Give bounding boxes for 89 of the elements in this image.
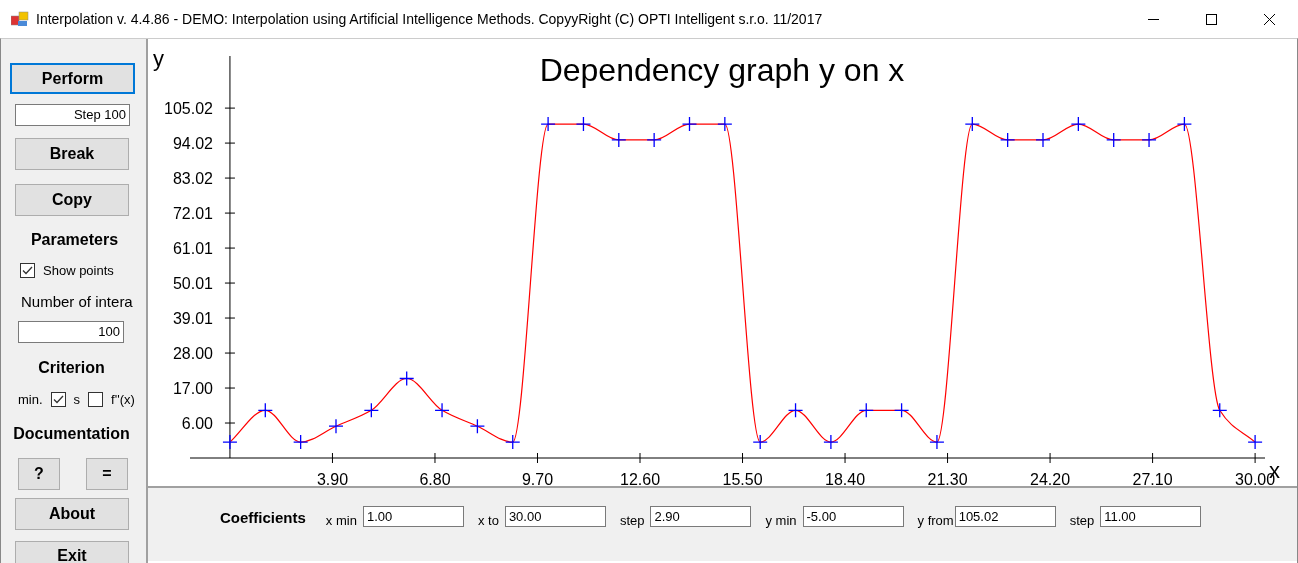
step-field[interactable]: Step 100	[15, 104, 130, 126]
tick-label: 72.01	[172, 205, 213, 223]
tick-label: 105.02	[164, 100, 213, 118]
point-marker	[752, 434, 768, 450]
point-marker	[328, 418, 344, 434]
field-label: step	[619, 512, 645, 530]
copy-button[interactable]: Copy	[15, 184, 129, 216]
tick-label: 94.02	[172, 135, 213, 153]
checkbox-label: s	[73, 391, 81, 409]
field-label: Number of intera	[21, 291, 134, 312]
coefficient-field[interactable]: 1.00	[362, 506, 464, 527]
field-label: x to	[477, 512, 499, 530]
point-marker	[1141, 132, 1157, 148]
point-marker	[717, 116, 733, 132]
point-marker	[1035, 132, 1051, 148]
checkbox[interactable]	[20, 263, 35, 279]
point-marker	[823, 434, 839, 450]
tick-label: 6.80	[419, 471, 451, 486]
doc-button[interactable]: =	[86, 457, 128, 490]
chart-title: Dependency graph y on x	[539, 52, 905, 88]
maximize-icon	[1205, 13, 1217, 25]
tick-label: 61.01	[172, 240, 213, 258]
break-button[interactable]: Break	[15, 138, 129, 170]
minimize-icon	[1147, 18, 1159, 20]
app-icon	[11, 11, 29, 27]
point-marker	[964, 116, 980, 132]
tick-label: 12.60	[620, 471, 661, 486]
perform-button[interactable]: Perform	[10, 63, 135, 94]
point-marker	[858, 402, 874, 418]
point-marker	[399, 370, 415, 387]
point-marker	[469, 418, 486, 434]
tick-label: 17.00	[172, 380, 213, 398]
point-marker	[681, 116, 698, 132]
point-marker	[646, 132, 662, 148]
tick-label: 9.70	[521, 471, 554, 486]
window-title: Interpolation v. 4.4.86 - DEMO: Interpolation using Artificial Intelligence Methods. CopyyRight (C) OPTI Intelligent s.r.o. 11/2017	[36, 9, 823, 29]
coefficient-field[interactable]: 105.02	[954, 506, 1056, 527]
checkbox-label: f''(x)	[111, 391, 135, 409]
checkbox[interactable]	[50, 392, 66, 408]
section-heading: Coefficients	[220, 508, 306, 528]
point-marker	[1176, 116, 1193, 132]
axis-label: y	[153, 46, 164, 71]
iterations-field[interactable]: 100	[18, 321, 124, 343]
tick-label: 3.90	[316, 471, 349, 486]
coefficient-field[interactable]: -5.00	[802, 506, 904, 527]
point-marker	[434, 402, 450, 418]
point-marker	[1070, 116, 1086, 132]
section-heading: Documentation	[12, 423, 131, 444]
point-marker	[611, 132, 627, 148]
coefficient-field[interactable]: 2.90	[650, 506, 752, 527]
field-label: step	[1069, 512, 1095, 530]
tick-label: 6.00	[181, 415, 213, 432]
point-marker	[575, 116, 592, 132]
point-marker	[222, 434, 238, 450]
coefficient-field[interactable]: 30.00	[504, 506, 606, 527]
point-marker	[257, 402, 273, 418]
point-marker	[893, 402, 910, 418]
point-marker	[787, 402, 804, 418]
point-marker	[293, 434, 309, 450]
point-marker	[1106, 132, 1122, 148]
tick-label: 28.00	[172, 345, 213, 363]
point-marker	[1000, 132, 1016, 148]
criterion-label: min.	[18, 391, 43, 409]
close-icon	[1263, 13, 1275, 25]
field-label: y min	[765, 512, 797, 530]
tick-label: 21.30	[927, 471, 968, 486]
field-label: y from	[917, 512, 954, 530]
tick-label: 18.40	[825, 471, 866, 486]
point-marker	[929, 434, 945, 450]
tick-label: 83.02	[172, 170, 213, 188]
tick-label: 39.01	[172, 310, 213, 328]
point-marker	[363, 402, 379, 418]
tick-label: 24.20	[1030, 471, 1071, 486]
section-heading: Parameters	[29, 230, 120, 250]
point-marker	[1247, 434, 1263, 450]
field-label: x min	[325, 512, 357, 530]
point-marker	[505, 434, 521, 450]
about-button[interactable]: About	[15, 497, 129, 530]
checkbox[interactable]	[88, 392, 104, 408]
point-marker	[540, 116, 556, 132]
tick-label: 27.10	[1132, 471, 1173, 486]
checkbox-label: Show points	[43, 262, 114, 280]
exit-button[interactable]: Exit	[15, 540, 129, 563]
coefficient-field[interactable]: 11.00	[1100, 506, 1202, 527]
doc-button[interactable]: ?	[18, 457, 60, 490]
point-marker	[1212, 402, 1228, 418]
section-heading: Criterion	[37, 358, 106, 378]
tick-label: 15.50	[722, 471, 763, 486]
tick-label: 50.01	[172, 275, 213, 293]
